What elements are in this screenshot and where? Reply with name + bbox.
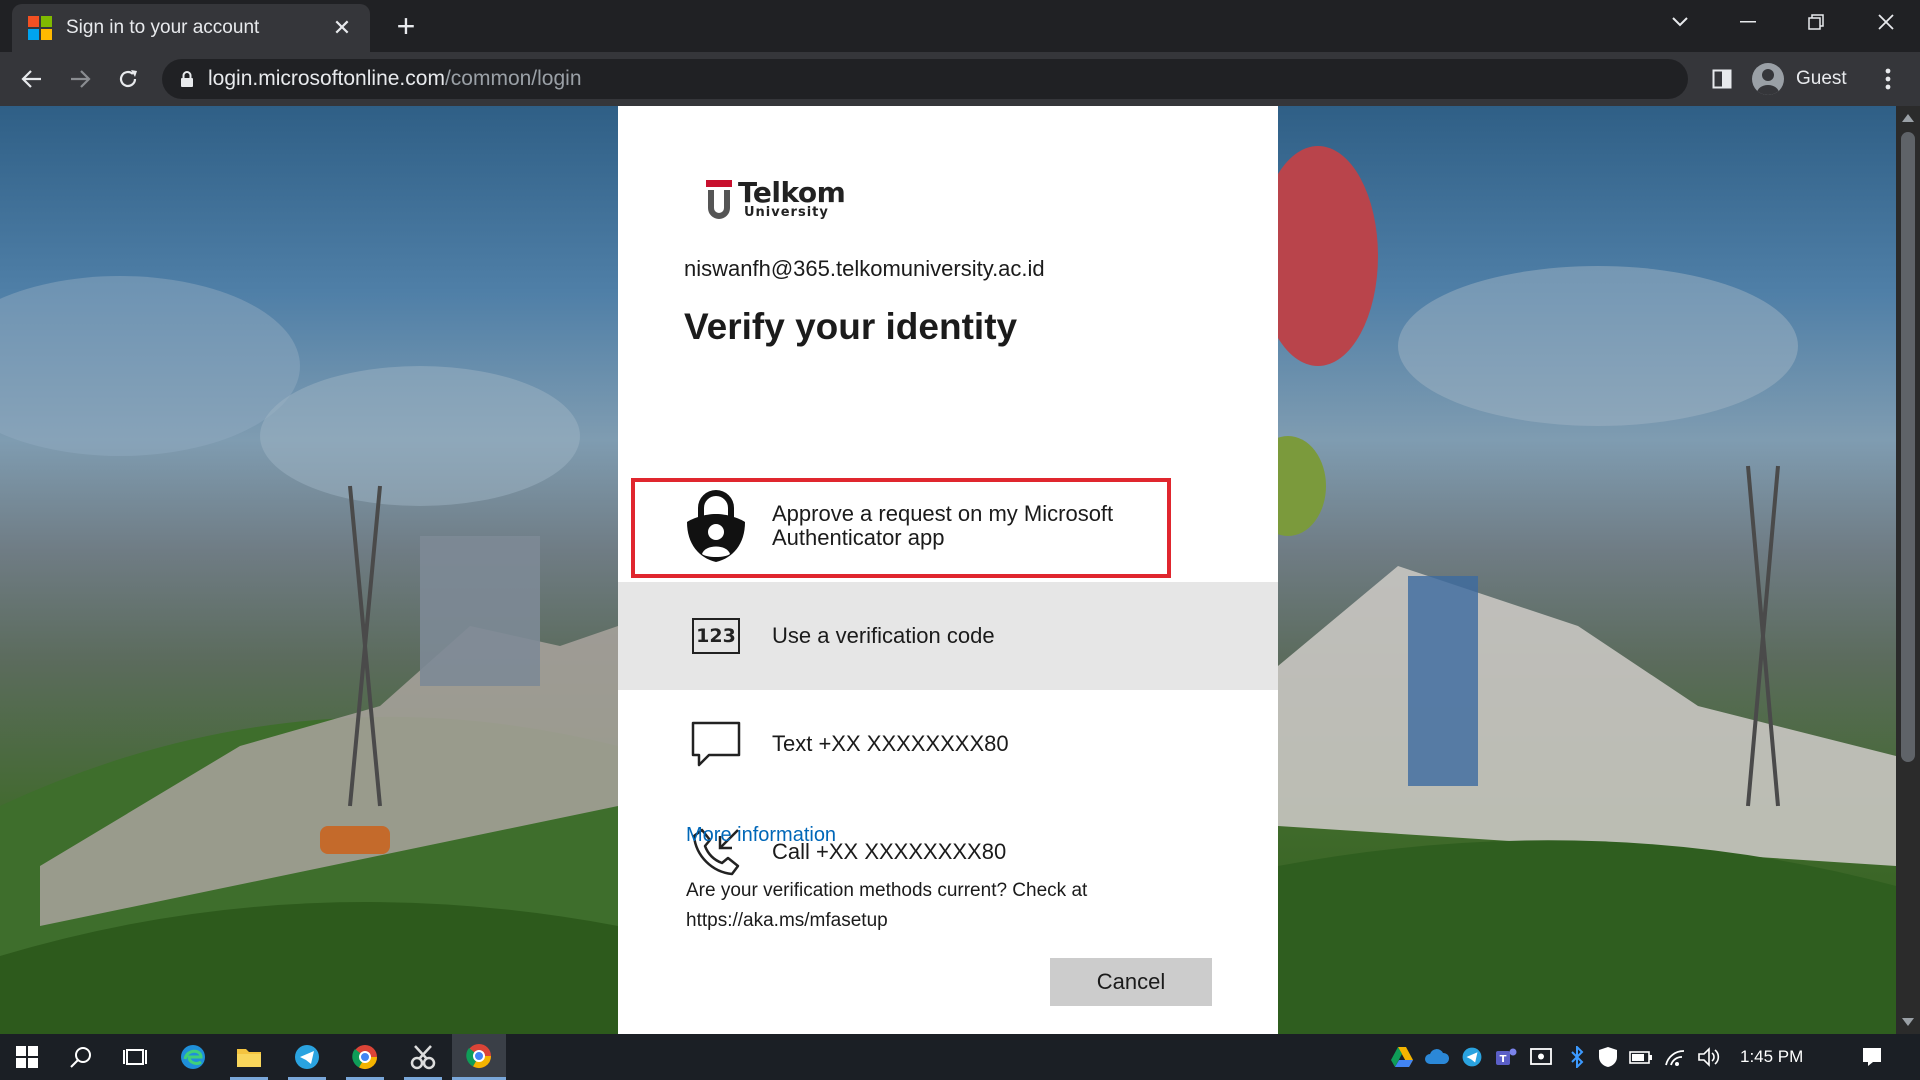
taskbar-chrome-1[interactable] (338, 1034, 392, 1080)
telegram-tray[interactable] (1456, 1034, 1488, 1080)
taskbar-file-explorer[interactable] (222, 1034, 276, 1080)
account-email: niswanfh@365.telkomuniversity.ac.id (684, 256, 1045, 281)
scrollbar-thumb[interactable] (1901, 132, 1915, 762)
chat-bubble-icon (684, 712, 748, 776)
option-text-message[interactable]: Text +XX XXXXXXXX80 (618, 690, 1278, 798)
arrow-left-icon (21, 70, 41, 88)
cancel-button[interactable]: Cancel (1050, 958, 1212, 1006)
url-path: /common/login (444, 67, 582, 90)
security-tray[interactable] (1594, 1034, 1622, 1080)
reload-icon (119, 70, 137, 88)
back-button[interactable] (14, 61, 50, 97)
telkom-university-logo-icon (706, 180, 732, 219)
option-label: Use a verification code (772, 623, 995, 648)
notification-center-button[interactable] (1850, 1034, 1894, 1080)
taskbar-telegram[interactable] (280, 1034, 334, 1080)
svg-text:T: T (1500, 1054, 1507, 1065)
google-drive-tray[interactable] (1386, 1034, 1418, 1080)
address-bar[interactable]: login.microsoftonline.com/common/login (162, 59, 1688, 99)
shield-icon (1599, 1047, 1617, 1067)
side-panel-icon (1712, 69, 1732, 89)
battery-tray[interactable] (1626, 1034, 1656, 1080)
background-image-left (0, 276, 618, 1034)
mfa-setup-note: Are your verification methods current? C… (686, 880, 1088, 931)
battery-icon (1629, 1051, 1652, 1064)
browser-menu-button[interactable] (1870, 61, 1906, 97)
lock-icon (181, 71, 193, 87)
chevron-down-icon (1672, 17, 1688, 27)
option-label: Text +XX XXXXXXXX80 (772, 731, 1009, 756)
profile-button[interactable]: Guest (1752, 61, 1847, 97)
option-verification-code[interactable]: 123 Use a verification code (618, 582, 1278, 690)
side-panel-button[interactable] (1704, 61, 1740, 97)
google-drive-icon (1391, 1047, 1413, 1067)
telegram-icon (1462, 1047, 1482, 1067)
telegram-icon (295, 1045, 319, 1069)
snipping-tool-icon (410, 1045, 436, 1070)
screen-capture-tray[interactable] (1526, 1034, 1556, 1080)
page-title: Verify your identity (684, 306, 1018, 347)
bluetooth-icon (1571, 1046, 1584, 1068)
folder-icon (237, 1049, 261, 1067)
volume-tray[interactable] (1694, 1034, 1724, 1080)
arrow-right-icon (71, 70, 91, 88)
close-tab-icon[interactable]: ✕ (328, 15, 356, 41)
page-viewport: Telkom University niswanfh@365.telkomuni… (0, 106, 1920, 1034)
new-tab-button[interactable]: + (388, 8, 424, 44)
forward-button[interactable] (62, 61, 98, 97)
reload-button[interactable] (110, 61, 146, 97)
teams-icon: T (1496, 1048, 1517, 1065)
avatar-icon (1752, 63, 1784, 95)
background-image-right (1278, 146, 1896, 1034)
browser-tab[interactable]: Sign in to your account ✕ (12, 4, 370, 52)
task-view-button[interactable] (108, 1034, 162, 1080)
scroll-down-icon[interactable] (1902, 1018, 1914, 1026)
start-button[interactable] (0, 1034, 54, 1080)
taskbar-clock[interactable]: 1:45 PM (1740, 1034, 1803, 1080)
verification-code-icon: 123 (684, 604, 748, 668)
windows-logo-icon (16, 1046, 38, 1068)
scroll-up-icon[interactable] (1902, 114, 1914, 122)
org-logo-text: Telkom (738, 176, 846, 209)
edge-icon (181, 1045, 205, 1069)
minimize-button[interactable] (1718, 0, 1778, 44)
chrome-icon (352, 1045, 377, 1070)
verification-code-icon-text: 123 (692, 618, 740, 654)
profile-label: Guest (1796, 68, 1847, 89)
tab-title: Sign in to your account (66, 17, 260, 38)
chrome-icon (466, 1043, 491, 1068)
minimize-icon (1740, 21, 1756, 23)
notification-icon (1863, 1048, 1881, 1066)
tab-search-button[interactable] (1650, 0, 1710, 44)
browser-toolbar: login.microsoftonline.com/common/login G… (0, 52, 1920, 106)
bluetooth-tray[interactable] (1564, 1034, 1590, 1080)
taskbar-edge[interactable] (166, 1034, 220, 1080)
restore-icon (1808, 14, 1824, 30)
close-window-button[interactable] (1856, 0, 1916, 44)
browser-tabstrip: Sign in to your account ✕ + (0, 0, 1920, 52)
speaker-icon (1698, 1047, 1720, 1067)
kebab-menu-icon (1885, 68, 1891, 90)
close-icon (1878, 14, 1894, 30)
org-logo: Telkom University (704, 176, 846, 222)
search-icon (70, 1047, 91, 1068)
onedrive-cloud-icon (1425, 1049, 1450, 1064)
taskbar-chrome-2[interactable] (452, 1034, 506, 1080)
teams-tray[interactable]: T (1490, 1034, 1522, 1080)
verification-card: Telkom University niswanfh@365.telkomuni… (618, 106, 1278, 1034)
screen-capture-icon (1530, 1048, 1552, 1065)
task-view-icon (123, 1049, 147, 1065)
wifi-tray[interactable] (1660, 1034, 1690, 1080)
taskbar-snipping-tool[interactable] (396, 1034, 450, 1080)
onedrive-tray[interactable] (1420, 1034, 1454, 1080)
highlight-annotation-box (631, 478, 1171, 578)
url-host: login.microsoftonline.com (208, 67, 445, 90)
windows-taskbar: T 1:45 PM (0, 1034, 1920, 1080)
more-information-link[interactable]: More information (686, 824, 836, 847)
restore-button[interactable] (1786, 0, 1846, 44)
search-button[interactable] (54, 1034, 108, 1080)
page-scrollbar[interactable] (1896, 106, 1920, 1034)
microsoft-logo-icon (28, 16, 52, 40)
wifi-icon (1665, 1050, 1685, 1066)
